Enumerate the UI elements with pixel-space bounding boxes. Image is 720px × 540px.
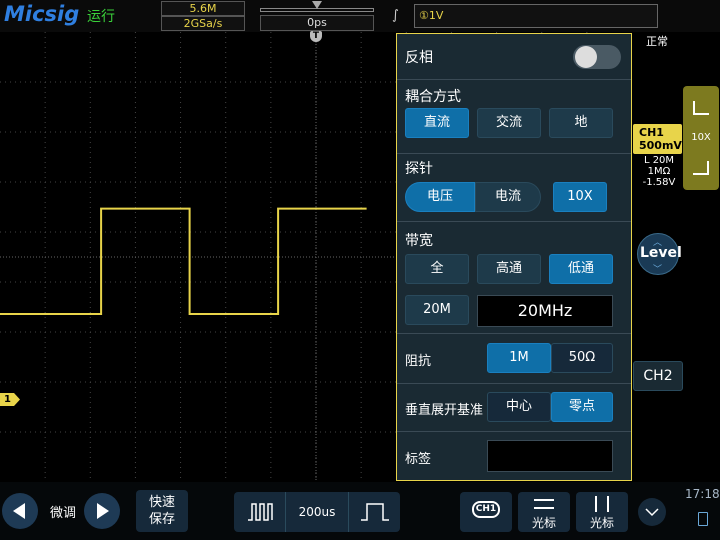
impedance-section: 阻抗 1M 50Ω (397, 334, 631, 384)
ch1-scale: 500mV (639, 139, 682, 152)
probe-ratio-button[interactable]: 10X (553, 182, 607, 212)
sample-rate[interactable]: 2GSa/s (161, 16, 245, 31)
ch1-bandwidth: L 20M (643, 155, 675, 166)
timebase-wide-button[interactable] (348, 492, 400, 532)
trigger-source-level[interactable]: ①1V (414, 4, 658, 28)
time-offset[interactable]: 0ps (260, 15, 374, 31)
invert-label: 反相 (405, 50, 433, 66)
pulse-icon (693, 101, 709, 115)
probe-ratio-readout: 10X (691, 132, 711, 143)
coupling-gnd-button[interactable]: 地 (549, 108, 613, 138)
brand-logo: Micsig (4, 2, 80, 26)
ch1-waveform (0, 207, 367, 315)
invert-toggle[interactable] (573, 45, 621, 69)
channel-menu-panel: 反相 耦合方式 直流 交流 地 探针 电压 电流 10X 带宽 全 高通 低通 … (396, 33, 632, 481)
bottom-toolbar: 微调 快速 保存 200us CH1 光标 光标 (0, 482, 720, 540)
quick-save-button[interactable]: 快速 保存 (136, 490, 188, 532)
toggle-knob (575, 46, 597, 68)
quick-save-line2: 保存 (148, 512, 175, 527)
bandwidth-label: 带宽 (405, 233, 433, 249)
quick-save-line1: 快速 (148, 495, 175, 510)
bandwidth-section: 带宽 全 高通 低通 20M 20MHz (397, 222, 631, 334)
level-label: Level (640, 245, 682, 261)
ch1-details: L 20M 1MΩ -1.58V (633, 155, 685, 188)
coupling-label: 耦合方式 (405, 89, 461, 105)
invert-section: 反相 (397, 34, 631, 80)
run-status[interactable]: 运行 (87, 6, 115, 26)
narrow-pulse-icon (248, 503, 273, 521)
impedance-label: 阻抗 (405, 354, 432, 369)
ch2-button[interactable]: CH2 (633, 361, 683, 391)
rising-edge-icon[interactable]: ∫ (392, 8, 399, 23)
ch1-badge: CH1 (472, 501, 500, 518)
memory-depth[interactable]: 5.6M (161, 1, 245, 16)
tag-section: 标签 (397, 432, 631, 480)
probe-voltage-button[interactable]: 电压 (405, 182, 475, 212)
fine-left-button[interactable] (2, 493, 38, 529)
timebase-control: 200us (234, 492, 400, 532)
arrow-right-icon (97, 503, 109, 519)
probe-current-button[interactable]: 电流 (475, 182, 541, 212)
tag-label: 标签 (405, 452, 432, 467)
vertical-expand-label: 垂直展开基准 (405, 403, 484, 418)
trigger-position-icon (312, 1, 322, 9)
system-clock: 17:18 (685, 487, 720, 501)
top-status-bar: Micsig 运行 5.6M 2GSa/s 0ps ∫ ①1V (0, 0, 720, 32)
fine-adjust-label: 微调 (50, 506, 77, 521)
impedance-50ohm-button[interactable]: 50Ω (551, 343, 613, 373)
ch1-offset: -1.58V (642, 177, 676, 188)
battery-icon (698, 512, 708, 526)
bandwidth-20m-button[interactable]: 20M (405, 295, 469, 325)
vertical-expand-section: 垂直展开基准 中心 零点 (397, 384, 631, 432)
expand-zero-button[interactable]: 零点 (551, 392, 613, 422)
timebase-narrow-button[interactable] (234, 492, 286, 532)
vertical-cursor-button[interactable]: 光标 (576, 492, 628, 532)
more-menu-button[interactable] (638, 498, 666, 526)
tag-input[interactable] (487, 440, 613, 472)
ch1-select-button[interactable]: CH1 (460, 492, 512, 532)
bandwidth-full-button[interactable]: 全 (405, 254, 469, 284)
horizontal-cursor-icon (534, 499, 554, 509)
fine-right-button[interactable] (84, 493, 120, 529)
cursor-label-1: 光标 (531, 516, 556, 530)
ch1-name: CH1 (639, 126, 664, 139)
wide-pulse-icon (361, 503, 389, 521)
cursor-label-2: 光标 (589, 516, 614, 530)
probe-ratio-panel[interactable]: 10X (683, 86, 719, 190)
horizontal-cursor-button[interactable]: 光标 (518, 492, 570, 532)
bandwidth-highpass-button[interactable]: 高通 (477, 254, 541, 284)
ch1-impedance: 1MΩ (647, 166, 671, 177)
ch1-info-badge[interactable]: CH1 500mV (633, 124, 682, 154)
trigger-mode[interactable]: 正常 (646, 33, 668, 49)
impedance-1m-button[interactable]: 1M (487, 343, 551, 373)
arrow-left-icon (13, 503, 25, 519)
probe-label: 探针 (405, 161, 433, 177)
timebase-value[interactable]: 200us (286, 492, 348, 532)
vertical-cursor-icon (595, 496, 609, 512)
chevron-down-icon (645, 508, 659, 517)
chevron-down-icon: ﹀ (653, 265, 663, 275)
expand-center-button[interactable]: 中心 (487, 392, 551, 422)
probe-section: 探针 电压 电流 10X (397, 154, 631, 222)
bandwidth-lowpass-button[interactable]: 低通 (549, 254, 613, 284)
coupling-ac-button[interactable]: 交流 (477, 108, 541, 138)
coupling-dc-button[interactable]: 直流 (405, 108, 469, 138)
pulse-icon (693, 161, 709, 175)
coupling-section: 耦合方式 直流 交流 地 (397, 80, 631, 154)
bandwidth-value[interactable]: 20MHz (477, 295, 613, 327)
